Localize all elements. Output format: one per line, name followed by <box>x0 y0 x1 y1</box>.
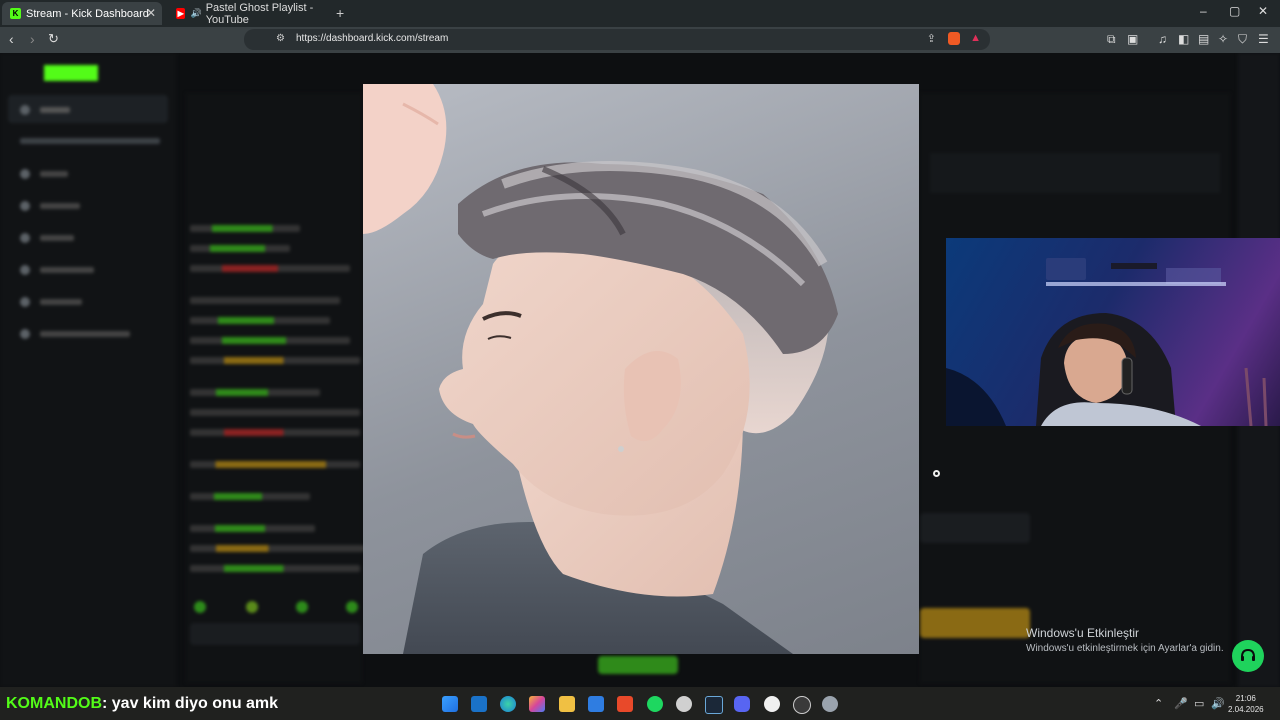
sidebar-item-4[interactable] <box>20 265 94 275</box>
sidebar-item-1[interactable] <box>20 169 68 179</box>
webcam-feed <box>946 238 1280 426</box>
gear-icon[interactable] <box>822 696 838 712</box>
kick-logo <box>44 65 98 81</box>
extensions-icon[interactable]: ⧉ <box>1107 32 1116 47</box>
url-text: https://dashboard.kick.com/stream <box>296 33 449 44</box>
overlay-photo <box>363 84 919 654</box>
clock-time: 21:06 <box>1235 694 1256 703</box>
youtube-icon: ▶ <box>176 8 186 19</box>
activation-watermark-subtitle: Windows'u etkinleştirmek için Ayarlar'a … <box>1026 643 1224 654</box>
wallet-icon[interactable]: ▤ <box>1198 32 1209 46</box>
network-icon[interactable]: ▭ <box>1194 697 1204 710</box>
steam-icon[interactable] <box>705 696 723 714</box>
menu-icon[interactable]: ☰ <box>1258 32 1269 46</box>
media-icon[interactable]: ♫ <box>1158 32 1167 46</box>
maximize-button[interactable]: ▢ <box>1229 4 1240 18</box>
dashboard-sidebar <box>0 53 176 687</box>
streamer-webcam-image <box>946 258 1268 426</box>
reader-icon[interactable]: ▣ <box>1127 32 1138 46</box>
brave-shields-icon[interactable] <box>948 32 960 45</box>
headset-icon <box>1241 648 1255 661</box>
chatgpt-icon[interactable] <box>793 696 811 714</box>
browser-tab-bar: K Stream - Kick Dashboard ✕ ▶ 🔊 Pastel G… <box>0 0 1280 27</box>
mail-icon[interactable] <box>471 696 487 712</box>
close-tab-icon[interactable]: ✕ <box>146 6 156 20</box>
sidebar-item-stream[interactable] <box>20 105 70 115</box>
sidebar-item-2[interactable] <box>20 201 80 211</box>
vpn-icon[interactable]: ⛉ <box>1238 32 1247 47</box>
sidebar-icon[interactable]: ◧ <box>1178 32 1189 46</box>
volume-icon[interactable]: 🔊 <box>1211 697 1225 710</box>
share-icon[interactable]: ⇪ <box>927 32 936 45</box>
clock-date: 2.04.2026 <box>1228 705 1264 714</box>
store-icon[interactable] <box>588 696 604 712</box>
folder-icon[interactable] <box>559 696 575 712</box>
leo-ai-icon[interactable]: ✧ <box>1218 32 1228 46</box>
sidebar-item-5[interactable] <box>20 297 82 307</box>
brave-rewards-icon[interactable]: ▲ <box>970 32 981 44</box>
sidebar-item-3[interactable] <box>20 233 74 243</box>
spotify-icon[interactable] <box>647 696 663 712</box>
kick-icon: K <box>10 8 21 19</box>
windows-start-icon[interactable] <box>442 696 458 712</box>
activation-watermark-title: Windows'u Etkinleştir <box>1026 626 1139 640</box>
back-icon[interactable]: ‹ <box>9 31 14 47</box>
tab-kick-dashboard[interactable]: K Stream - Kick Dashboard ✕ <box>2 2 162 25</box>
close-window-button[interactable]: ✕ <box>1258 4 1268 18</box>
sidebar-item-subnav[interactable] <box>20 138 160 144</box>
chat-text: : yav kim diyo onu amk <box>102 695 279 712</box>
site-info-icon[interactable]: ⚙ <box>276 33 285 44</box>
address-bar[interactable]: ⚙ https://dashboard.kick.com/stream ⇪ ▲ <box>244 29 990 50</box>
discord-icon[interactable] <box>734 696 750 712</box>
tab-label: Stream - Kick Dashboard <box>26 7 149 20</box>
audio-playing-icon[interactable]: 🔊 <box>190 8 201 19</box>
microphone-icon[interactable]: 🎤 <box>1174 697 1188 710</box>
obs-icon[interactable] <box>764 696 780 712</box>
new-tab-button[interactable]: + <box>336 5 344 21</box>
taskbar-clock[interactable]: 21:06 2.04.2026 <box>1228 693 1264 715</box>
sidebar-item-6[interactable] <box>20 329 130 339</box>
settings-gear-icon[interactable] <box>676 696 692 712</box>
browser-toolbar: ‹ › ↻ ▮ ⚙ https://dashboard.kick.com/str… <box>0 27 1280 53</box>
copilot-icon[interactable] <box>529 696 545 712</box>
support-chat-button[interactable] <box>1232 640 1264 672</box>
tab-label: Pastel Ghost Playlist - YouTube <box>205 1 314 26</box>
minimize-button[interactable]: – <box>1200 4 1207 18</box>
edge-icon[interactable] <box>500 696 516 712</box>
chat-username: KOMANDOB <box>6 695 102 712</box>
brave-icon[interactable] <box>617 696 633 712</box>
reload-icon[interactable]: ↻ <box>48 31 59 47</box>
tab-youtube[interactable]: ▶ 🔊 Pastel Ghost Playlist - YouTube <box>168 1 338 26</box>
haircut-photo-image <box>363 84 838 654</box>
tray-overflow-icon[interactable]: ⌃ <box>1154 697 1163 710</box>
mouse-cursor <box>933 470 940 477</box>
forward-icon[interactable]: › <box>30 31 35 47</box>
chat-panel <box>186 93 365 683</box>
stream-chat-overlay: KOMANDOB: yav kim diyo onu amk <box>6 695 278 713</box>
